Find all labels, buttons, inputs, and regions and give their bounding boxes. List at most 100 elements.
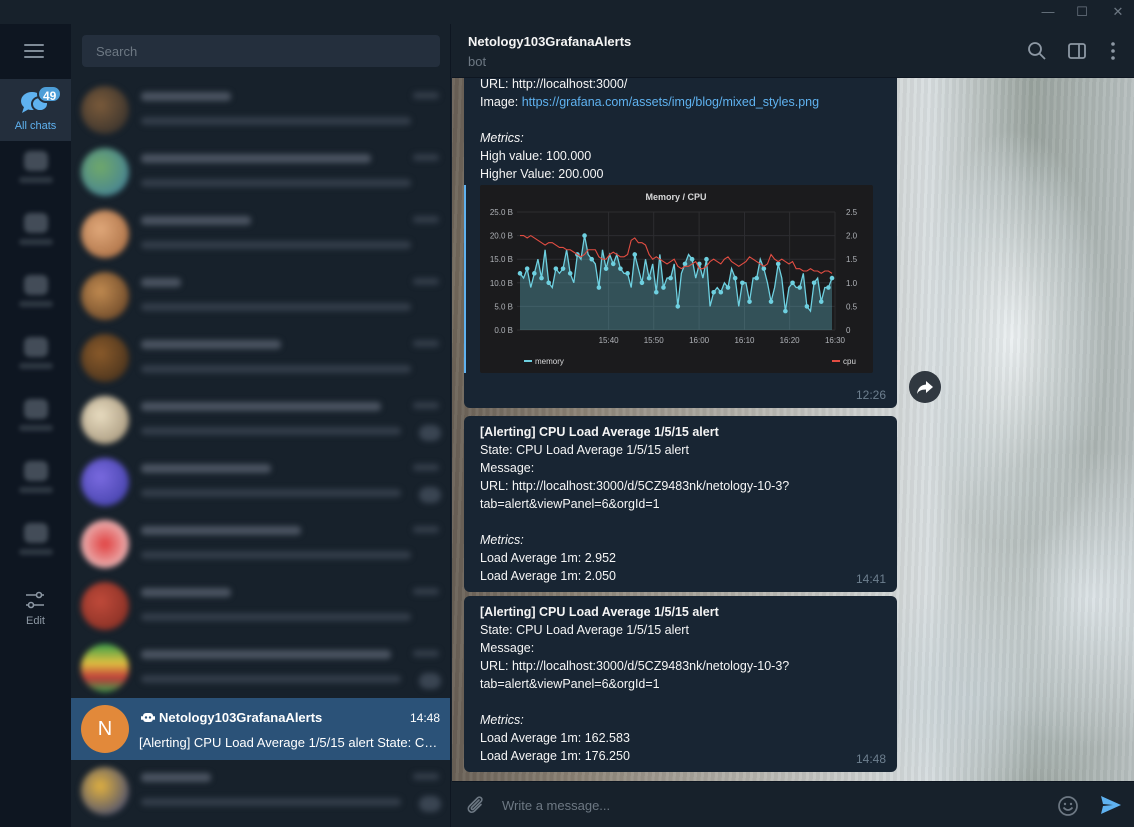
message-line: Message: — [480, 461, 535, 475]
message-line: URL: http://localhost:3000/d/5CZ9483nk/n… — [480, 479, 790, 493]
message-line — [480, 693, 886, 711]
message-time: 14:41 — [855, 572, 886, 586]
memory-point — [754, 275, 759, 281]
memory-point — [546, 280, 551, 286]
memory-point — [517, 271, 523, 276]
folder-item[interactable] — [0, 327, 71, 389]
x-tick-label: 16:20 — [780, 336, 801, 345]
emoji-icon[interactable] — [1056, 794, 1080, 818]
folder-item[interactable] — [0, 513, 71, 575]
message-line: URL: http://localhost:3000/ — [480, 78, 628, 91]
memory-point — [653, 289, 659, 295]
edit-label: Edit — [26, 615, 45, 627]
memory-point — [775, 261, 781, 267]
chat-list: N Netology103GrafanaAlerts 14:48 [Alerti… — [71, 24, 451, 827]
chat-list-item[interactable] — [71, 141, 450, 203]
memory-point — [790, 280, 795, 286]
chat-list-item-active[interactable]: N Netology103GrafanaAlerts 14:48 [Alerti… — [71, 698, 450, 760]
message-input[interactable] — [502, 794, 1042, 816]
message-line: Load Average 1m: 162.583 — [480, 731, 630, 745]
more-vertical-icon[interactable] — [1102, 40, 1124, 62]
message-bubble[interactable]: [Alerting] CPU Load Average 1/5/15 alert… — [464, 596, 897, 772]
memory-point — [747, 299, 752, 304]
chat-list-item[interactable] — [71, 265, 450, 327]
memory-point — [639, 280, 645, 286]
memory-point — [524, 266, 530, 271]
folder-all-chats[interactable]: 49 All chats — [0, 79, 71, 141]
memory-point — [596, 285, 602, 290]
message-line: tab=alert&viewPanel=6&orgId=1 — [480, 497, 660, 511]
memory-point — [582, 233, 587, 238]
message-bubble[interactable]: URL: http://localhost:3000/ Image: https… — [464, 78, 897, 408]
folder-item[interactable] — [0, 141, 71, 203]
folder-item[interactable] — [0, 389, 71, 451]
memory-point — [553, 266, 559, 271]
link-preview[interactable]: Memory / CPU 0.0 B 5.0 B 10.0 B 15.0 B 20.0 … — [464, 185, 884, 373]
chat-list-item[interactable] — [71, 451, 450, 513]
send-icon[interactable] — [1099, 793, 1123, 817]
y-left-tick-label: 10.0 B — [490, 279, 513, 288]
message-time: 12:26 — [855, 388, 886, 402]
chat-list-item[interactable] — [71, 79, 450, 141]
chat-header: Netology103GrafanaAlerts bot — [452, 24, 1134, 78]
memory-point — [589, 256, 595, 262]
close-icon[interactable]: ✕ — [1100, 0, 1134, 24]
chat-list-item[interactable] — [71, 327, 450, 389]
sliders-icon — [26, 591, 44, 609]
minimize-icon[interactable]: — — [1030, 0, 1066, 24]
forward-icon[interactable] — [909, 371, 941, 403]
search-input[interactable] — [82, 35, 440, 67]
message-line: Metrics: — [480, 533, 524, 547]
y-left-tick-label: 20.0 B — [490, 232, 513, 241]
memory-point — [704, 256, 709, 262]
memory-point — [675, 304, 681, 309]
memory-cpu-chart[interactable]: Memory / CPU 0.0 B 5.0 B 10.0 B 15.0 B 20.0 … — [480, 185, 873, 373]
memory-point — [818, 299, 824, 304]
message-line: tab=alert&viewPanel=6&orgId=1 — [480, 677, 660, 691]
message-bubble[interactable]: [Alerting] CPU Load Average 1/5/15 alert… — [464, 416, 897, 592]
memory-point — [646, 275, 652, 281]
x-tick-label: 16:30 — [825, 336, 846, 345]
folder-item[interactable] — [0, 451, 71, 513]
chat-list-item[interactable] — [71, 389, 450, 451]
memory-point — [768, 299, 774, 304]
memory-point — [725, 285, 731, 290]
search-box[interactable] — [82, 35, 440, 67]
memory-point — [689, 256, 695, 262]
x-tick-label: 16:10 — [734, 336, 755, 345]
window-titlebar: — ☐ ✕ — [0, 0, 1134, 24]
bot-icon — [141, 713, 155, 722]
folder-item[interactable] — [0, 265, 71, 327]
edit-folders-button[interactable]: Edit — [0, 584, 71, 634]
sidebar-toggle-icon[interactable] — [1066, 40, 1088, 62]
maximize-icon[interactable]: ☐ — [1064, 0, 1100, 24]
attach-icon[interactable] — [464, 794, 486, 816]
x-tick-label: 15:50 — [644, 336, 665, 345]
memory-point — [618, 266, 623, 271]
message-area: URL: http://localhost:3000/ Image: https… — [452, 78, 1134, 781]
message-line: [Alerting] CPU Load Average 1/5/15 alert — [480, 425, 719, 439]
message-line: Metrics: — [480, 131, 524, 145]
chat-list-item[interactable] — [71, 637, 450, 699]
memory-point — [711, 289, 716, 295]
y-left-tick-label: 5.0 B — [494, 302, 513, 311]
message-line: State: CPU Load Average 1/5/15 alert — [480, 623, 689, 637]
folder-item[interactable] — [0, 203, 71, 265]
chat-list-item[interactable] — [71, 513, 450, 575]
search-icon[interactable] — [1026, 40, 1048, 62]
y-right-tick-label: 0 — [846, 326, 851, 335]
chat-preview: [Alerting] CPU Load Average 1/5/15 alert… — [139, 735, 445, 750]
y-right-tick-label: 2.5 — [846, 208, 858, 217]
chat-title[interactable]: Netology103GrafanaAlerts — [468, 34, 631, 49]
memory-point — [718, 289, 724, 295]
chat-list-item[interactable] — [71, 203, 450, 265]
chat-list-item[interactable] — [71, 575, 450, 637]
memory-point — [761, 266, 767, 271]
memory-point — [661, 285, 666, 290]
image-link[interactable]: https://grafana.com/assets/img/blog/mixe… — [522, 95, 819, 109]
memory-point — [539, 275, 544, 281]
memory-point — [668, 275, 673, 281]
memory-point — [740, 280, 745, 286]
chat-list-item[interactable] — [71, 760, 450, 822]
menu-icon[interactable] — [24, 44, 44, 58]
